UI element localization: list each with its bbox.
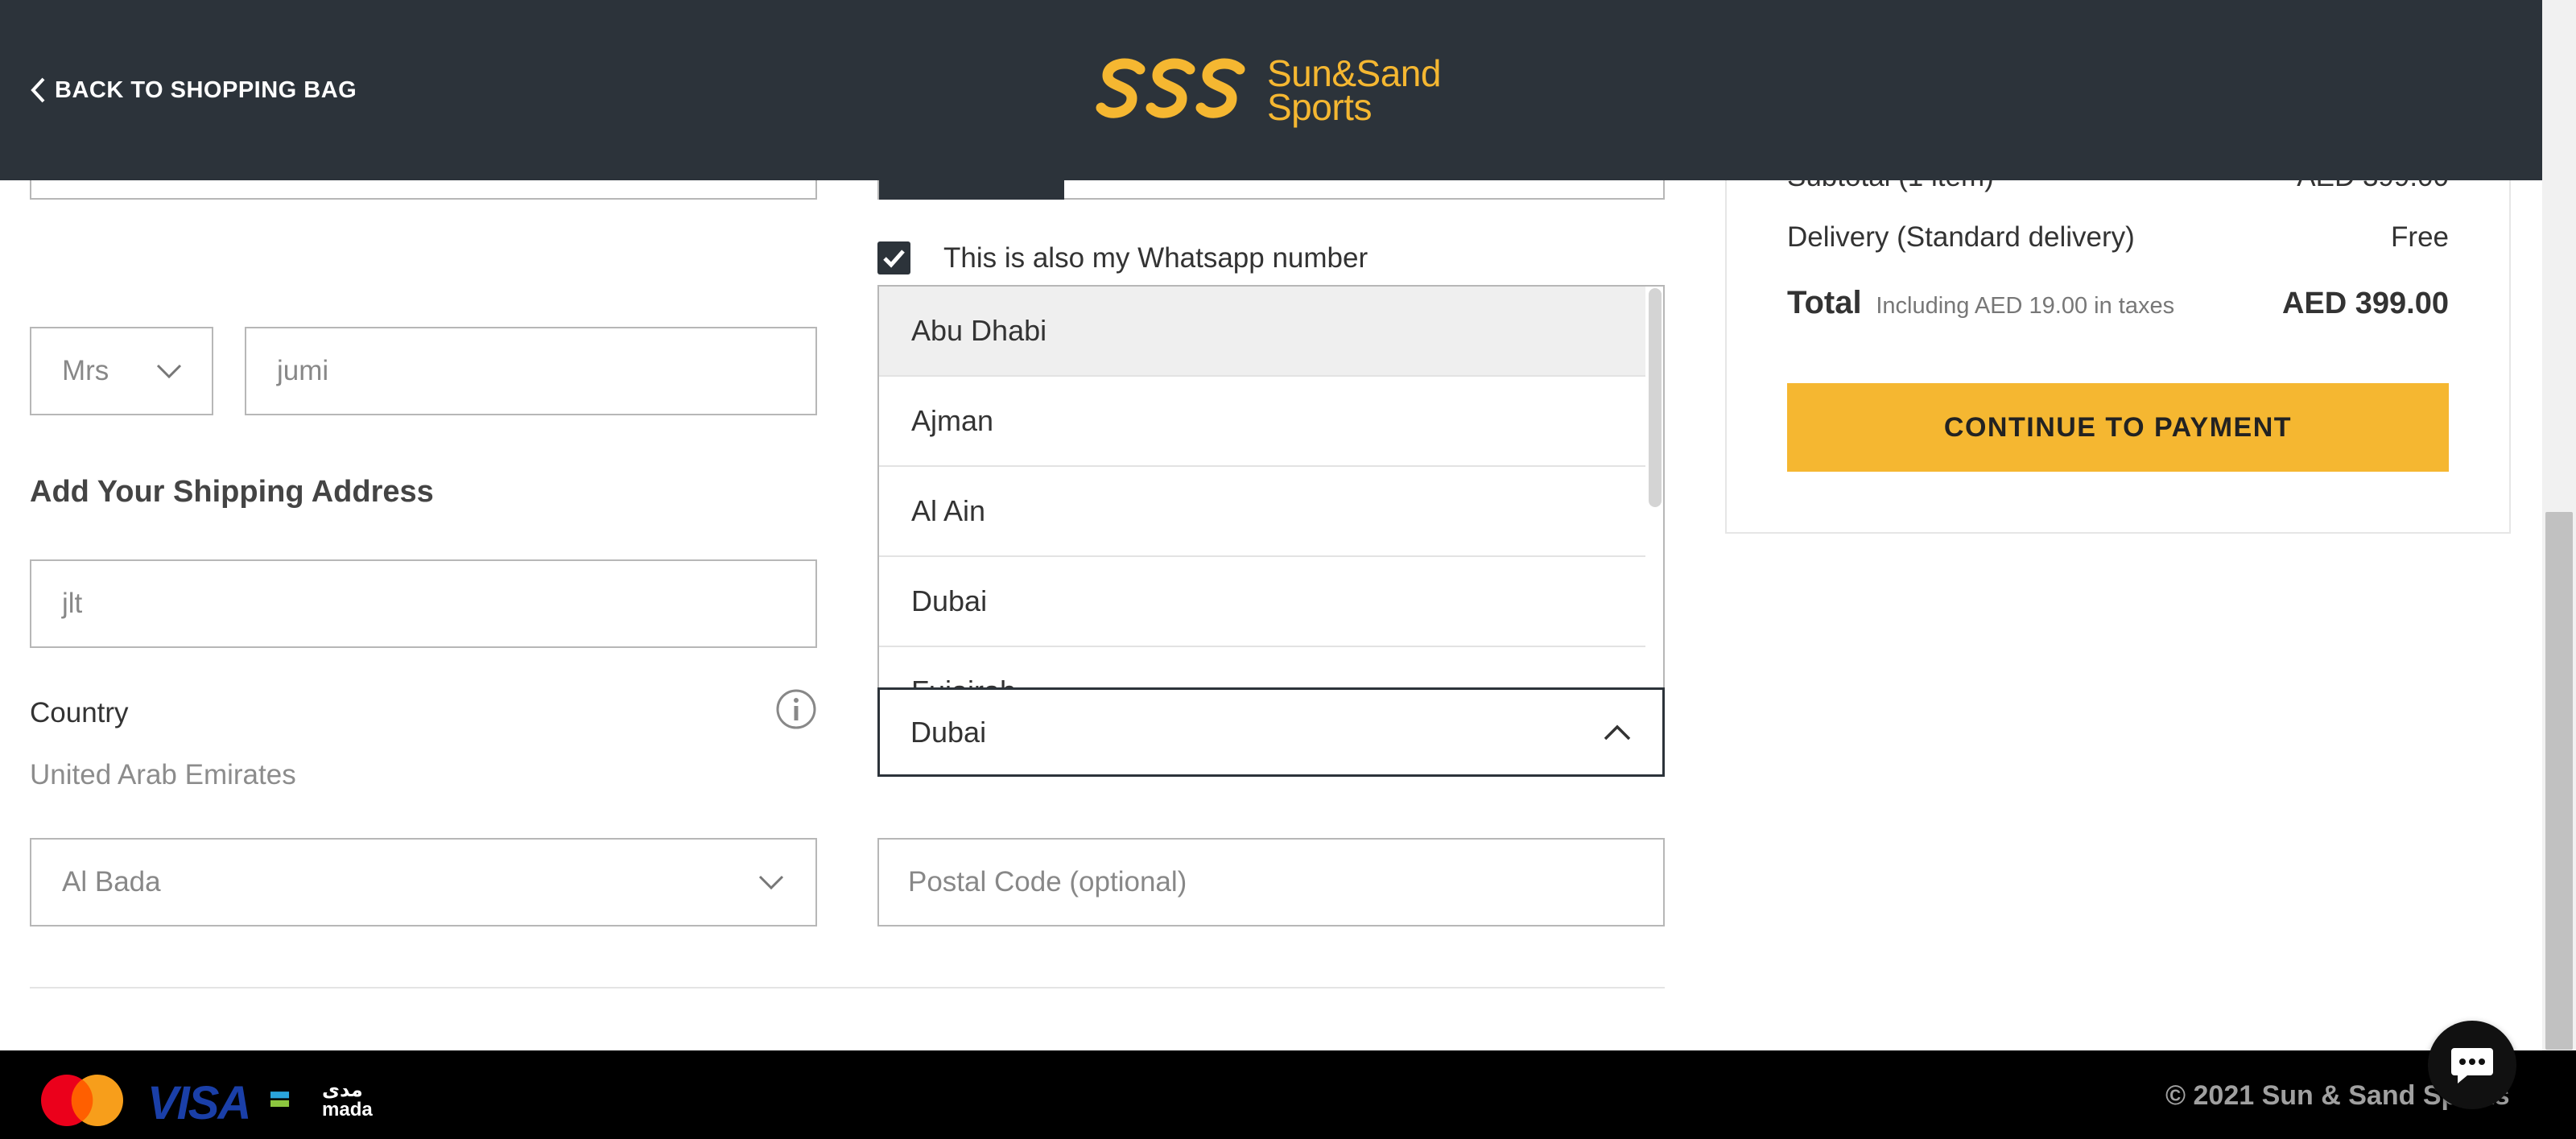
country-value: United Arab Emirates bbox=[30, 759, 296, 790]
logo-wordmark: Sun&Sand Sports bbox=[1267, 52, 1441, 128]
back-link-label: BACK TO SHOPPING BAG bbox=[55, 76, 357, 103]
address-value: jlt bbox=[62, 588, 83, 619]
delivery-value: Free bbox=[2391, 221, 2449, 253]
dropdown-scrollbar[interactable] bbox=[1645, 287, 1663, 687]
postal-code-field[interactable]: Postal Code (optional) bbox=[877, 838, 1665, 926]
city-option[interactable]: Al Ain bbox=[879, 467, 1645, 557]
chevron-up-icon bbox=[1604, 724, 1631, 740]
mada-arabic: مدى bbox=[322, 1079, 363, 1101]
total-row: Total Including AED 19.00 in taxes AED 3… bbox=[1787, 285, 2449, 321]
continue-to-payment-button[interactable]: CONTINUE TO PAYMENT bbox=[1787, 383, 2449, 472]
postal-code-placeholder: Postal Code (optional) bbox=[908, 866, 1187, 898]
checkout-header: BACK TO SHOPPING BAG Sun&Sand Sports bbox=[0, 0, 2542, 180]
back-to-bag-link[interactable]: BACK TO SHOPPING BAG bbox=[29, 72, 357, 108]
city-option[interactable]: Fujairah bbox=[879, 647, 1645, 687]
total-tax-note: Including AED 19.00 in taxes bbox=[1876, 293, 2175, 319]
visa-logo: VISA bbox=[147, 1077, 251, 1129]
logo-line-2: Sports bbox=[1267, 86, 1372, 128]
total-value: AED 399.00 bbox=[2281, 287, 2449, 320]
mada-wordmark: مدى mada bbox=[322, 1081, 373, 1120]
city-option[interactable]: Ajman bbox=[879, 377, 1645, 467]
chevron-down-icon bbox=[758, 875, 784, 890]
sss-logo-icon bbox=[1095, 52, 1253, 130]
shipping-address-title: Add Your Shipping Address bbox=[30, 475, 434, 509]
page-scroll-thumb[interactable] bbox=[2545, 512, 2573, 1050]
city-dropdown-list[interactable]: Abu Dhabi Ajman Al Ain Dubai Fujairah bbox=[877, 285, 1665, 687]
salutation-select[interactable]: Mrs bbox=[30, 327, 213, 415]
city-option[interactable]: Dubai bbox=[879, 557, 1645, 647]
dropdown-scroll-thumb[interactable] bbox=[1649, 288, 1662, 507]
first-name-field[interactable]: jumi bbox=[245, 327, 817, 415]
section-divider bbox=[30, 987, 1665, 988]
city-select[interactable]: Dubai bbox=[877, 687, 1665, 777]
chat-button[interactable] bbox=[2428, 1021, 2516, 1109]
whatsapp-label[interactable]: This is also my Whatsapp number bbox=[943, 241, 1368, 274]
city-selected-value: Dubai bbox=[910, 715, 987, 749]
city-option[interactable]: Abu Dhabi bbox=[879, 287, 1645, 377]
address-field[interactable]: jlt bbox=[30, 559, 817, 648]
logo-line-1: Sun&Sand bbox=[1267, 52, 1441, 94]
mada-english: mada bbox=[322, 1099, 373, 1120]
chat-bubble-icon bbox=[2451, 1048, 2493, 1083]
mada-icon bbox=[270, 1092, 290, 1108]
chevron-left-icon bbox=[31, 77, 45, 103]
delivery-label: Delivery (Standard delivery) bbox=[1787, 221, 2135, 253]
brand-logo[interactable]: Sun&Sand Sports bbox=[1095, 50, 1441, 130]
mastercard-icon bbox=[41, 1075, 123, 1126]
total-label: Total bbox=[1787, 285, 1862, 320]
area-value: Al Bada bbox=[62, 866, 161, 898]
info-icon[interactable] bbox=[775, 688, 817, 730]
country-label: Country bbox=[30, 697, 129, 728]
first-name-value: jumi bbox=[277, 355, 329, 386]
delivery-row: Delivery (Standard delivery) Free bbox=[1787, 221, 2449, 254]
salutation-value: Mrs bbox=[62, 355, 109, 386]
whatsapp-checkbox[interactable] bbox=[877, 241, 910, 274]
area-select[interactable]: Al Bada bbox=[30, 838, 817, 926]
chevron-down-icon bbox=[156, 364, 182, 379]
checkmark-icon bbox=[883, 250, 905, 268]
